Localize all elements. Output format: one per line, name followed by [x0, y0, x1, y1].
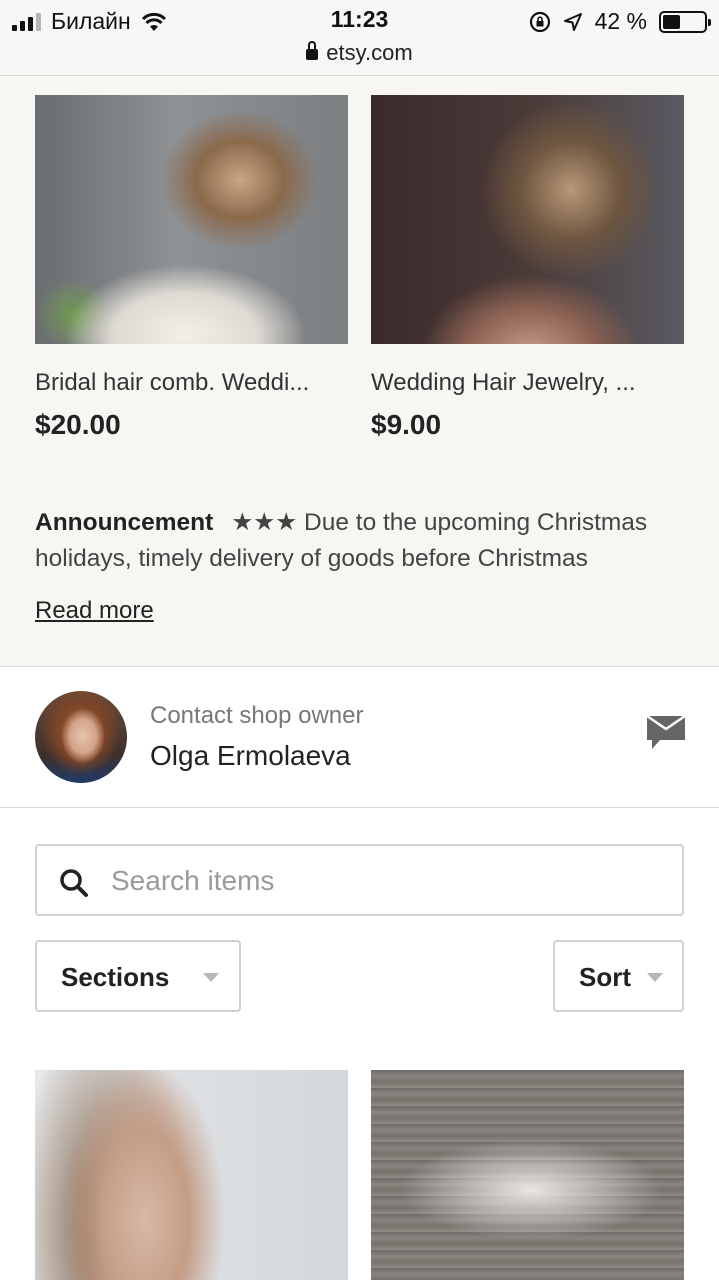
- url-text: etsy.com: [326, 40, 413, 65]
- battery-icon: [659, 10, 711, 33]
- search-icon: [60, 869, 88, 897]
- featured-section: Bridal hair comb. Weddi... $20.00 Weddin…: [0, 77, 719, 667]
- battery-fill: [663, 14, 680, 29]
- sections-dropdown[interactable]: Sections: [35, 940, 241, 1012]
- listing-image[interactable]: [35, 95, 348, 344]
- lock-icon: [306, 41, 319, 60]
- search-box[interactable]: [35, 844, 684, 916]
- item-image[interactable]: [371, 1070, 684, 1280]
- item-image[interactable]: [35, 1070, 348, 1280]
- avatar: [35, 691, 127, 783]
- status-bar: Билайн 11:23 etsy.com 42 %: [0, 0, 719, 76]
- announcement-label: Announcement: [35, 509, 214, 536]
- sections-label: Sections: [61, 962, 170, 992]
- listing-title[interactable]: Bridal hair comb. Weddi...: [35, 369, 348, 397]
- message-icon[interactable]: [646, 712, 686, 752]
- listing-card[interactable]: Wedding Hair Jewelry, ... $9.00: [371, 95, 684, 441]
- chevron-down-icon: [647, 973, 663, 982]
- status-right: 42 %: [529, 8, 711, 35]
- sort-label: Sort: [579, 962, 631, 992]
- contact-shop-owner[interactable]: Contact shop owner Olga Ermolaeva: [0, 668, 719, 808]
- read-more-link[interactable]: Read more: [35, 597, 154, 625]
- listing-image[interactable]: [371, 95, 684, 344]
- announcement: Announcement ★★★ Due to the upcoming Chri…: [35, 505, 685, 595]
- location-arrow-icon: [563, 12, 582, 31]
- listing-card[interactable]: Bridal hair comb. Weddi... $20.00: [35, 95, 348, 441]
- sort-dropdown[interactable]: Sort: [553, 940, 684, 1012]
- listing-title[interactable]: Wedding Hair Jewelry, ...: [371, 369, 684, 397]
- url-bar[interactable]: etsy.com: [0, 40, 719, 66]
- chevron-down-icon: [203, 973, 219, 982]
- rotation-lock-icon: [529, 11, 550, 32]
- contact-label: Contact shop owner: [150, 702, 364, 729]
- battery-percent: 42 %: [594, 8, 647, 34]
- owner-name: Olga Ermolaeva: [150, 740, 351, 771]
- search-input[interactable]: [111, 856, 671, 906]
- listing-price: $9.00: [371, 409, 442, 440]
- listing-price: $20.00: [35, 409, 121, 440]
